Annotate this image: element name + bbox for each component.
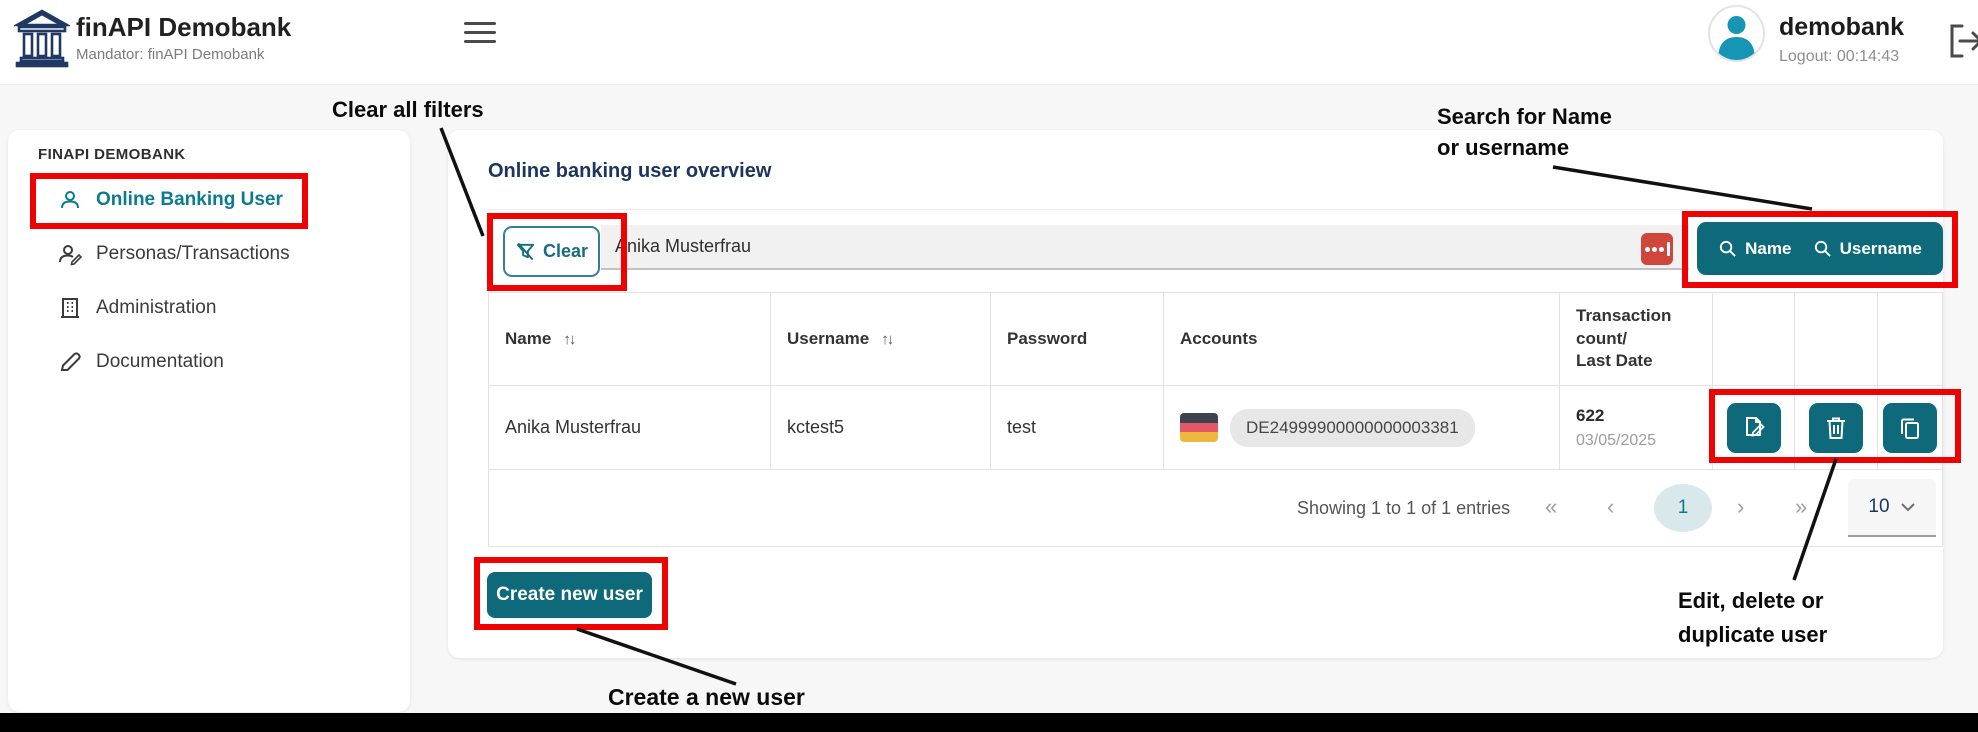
page-title: Online banking user overview [488, 160, 771, 183]
column-header-username: Username ↑↓ [771, 293, 991, 386]
column-header-name: Name ↑↓ [489, 293, 771, 386]
logout-timer: Logout: 00:14:43 [1779, 48, 1899, 66]
sidebar-item-label: Documentation [96, 351, 224, 373]
sidebar: FINAPI DEMOBANK Online Banking User [8, 130, 410, 712]
chevron-down-icon [1900, 502, 1916, 512]
app-title: finAPI Demobank [76, 12, 291, 43]
hamburger-menu-icon[interactable] [464, 22, 496, 44]
sidebar-nav: Online Banking User Personas/Transaction… [8, 173, 410, 389]
building-icon [58, 296, 82, 320]
sidebar-item-label: Administration [96, 297, 216, 319]
search-underline [601, 268, 1689, 270]
transaction-count: 622 [1576, 406, 1656, 426]
search-icon [1718, 239, 1737, 258]
column-header-actions-3 [1878, 293, 1942, 386]
column-header-actions-1 [1713, 293, 1795, 386]
persona-edit-icon [58, 242, 82, 266]
user-table: Name ↑↓ Username ↑↓ Password Accounts Tr… [488, 292, 1943, 547]
next-page-button[interactable]: › [1737, 494, 1744, 520]
sidebar-item-online-banking-user[interactable]: Online Banking User [8, 173, 410, 227]
sidebar-item-label: Online Banking User [96, 189, 283, 211]
cell-name: Anika Musterfrau [489, 386, 771, 470]
page-size-value: 10 [1868, 496, 1889, 518]
annotation-clear-filters: Clear all filters [332, 94, 484, 125]
column-header-accounts: Accounts [1164, 293, 1560, 386]
logout-icon[interactable] [1948, 22, 1978, 60]
annotation-create-hint: Create a new user [608, 682, 805, 713]
toolbar-divider [488, 209, 1943, 210]
pagination-summary: Showing 1 to 1 of 1 entries [1297, 498, 1510, 519]
bottom-black-bar [0, 713, 1978, 732]
iban-chip: DE24999900000000003381 [1230, 409, 1475, 447]
search-by-name-button[interactable]: Name [1718, 239, 1791, 259]
cell-transactions: 622 03/05/2025 [1560, 386, 1713, 470]
current-page-chip[interactable]: 1 [1654, 484, 1712, 532]
logged-in-username: demobank [1779, 13, 1904, 42]
username-button-label: Username [1840, 239, 1922, 259]
mandator-subtitle: Mandator: finAPI Demobank [76, 46, 264, 63]
search-button-group: Name Username [1697, 222, 1943, 275]
cell-password: test [991, 386, 1164, 470]
first-page-button[interactable]: « [1545, 494, 1557, 520]
sort-icon[interactable]: ↑↓ [563, 331, 574, 348]
column-header-transaction: Transaction count/ Last Date [1560, 293, 1713, 386]
person-icon [58, 188, 82, 212]
sidebar-item-label: Personas/Transactions [96, 243, 290, 265]
sidebar-item-documentation[interactable]: Documentation [8, 335, 410, 389]
password-manager-icon[interactable] [1641, 233, 1673, 265]
user-avatar[interactable] [1708, 5, 1765, 62]
main-panel: Online banking user overview Clear [448, 130, 1943, 658]
bank-logo-icon [14, 8, 70, 68]
filter-off-icon [515, 241, 536, 262]
top-header: finAPI Demobank Mandator: finAPI Demoban… [0, 0, 1978, 85]
sidebar-item-personas-transactions[interactable]: Personas/Transactions [8, 227, 410, 281]
column-header-password: Password [991, 293, 1164, 386]
pencil-icon [58, 350, 82, 374]
search-bar [601, 225, 1689, 268]
name-button-label: Name [1745, 239, 1791, 259]
cell-action-edit [1713, 386, 1795, 470]
search-icon [1813, 239, 1832, 258]
sidebar-item-administration[interactable]: Administration [8, 281, 410, 335]
cell-accounts: DE24999900000000003381 [1164, 386, 1560, 470]
clear-filters-button[interactable]: Clear [503, 226, 600, 277]
duplicate-user-button[interactable] [1883, 403, 1937, 453]
sort-icon[interactable]: ↑↓ [881, 331, 892, 348]
cell-username: kctest5 [771, 386, 991, 470]
sidebar-section-title: FINAPI DEMOBANK [38, 146, 186, 163]
cell-action-delete [1795, 386, 1878, 470]
pagination-bar: Showing 1 to 1 of 1 entries « ‹ 1 › » 10 [489, 470, 1942, 547]
search-by-username-button[interactable]: Username [1813, 239, 1922, 259]
search-input[interactable] [615, 225, 1515, 268]
german-flag-icon [1180, 413, 1218, 442]
cell-action-duplicate [1878, 386, 1942, 470]
delete-user-button[interactable] [1809, 403, 1863, 453]
transaction-last-date: 03/05/2025 [1576, 432, 1656, 450]
create-new-user-button[interactable]: Create new user [487, 572, 652, 618]
app-window: finAPI Demobank Mandator: finAPI Demoban… [0, 0, 1978, 732]
column-header-actions-2 [1795, 293, 1878, 386]
last-page-button[interactable]: » [1795, 494, 1807, 520]
clear-button-label: Clear [543, 241, 588, 262]
previous-page-button[interactable]: ‹ [1607, 494, 1614, 520]
edit-user-button[interactable] [1727, 403, 1781, 453]
page-size-select[interactable]: 10 [1848, 479, 1936, 537]
